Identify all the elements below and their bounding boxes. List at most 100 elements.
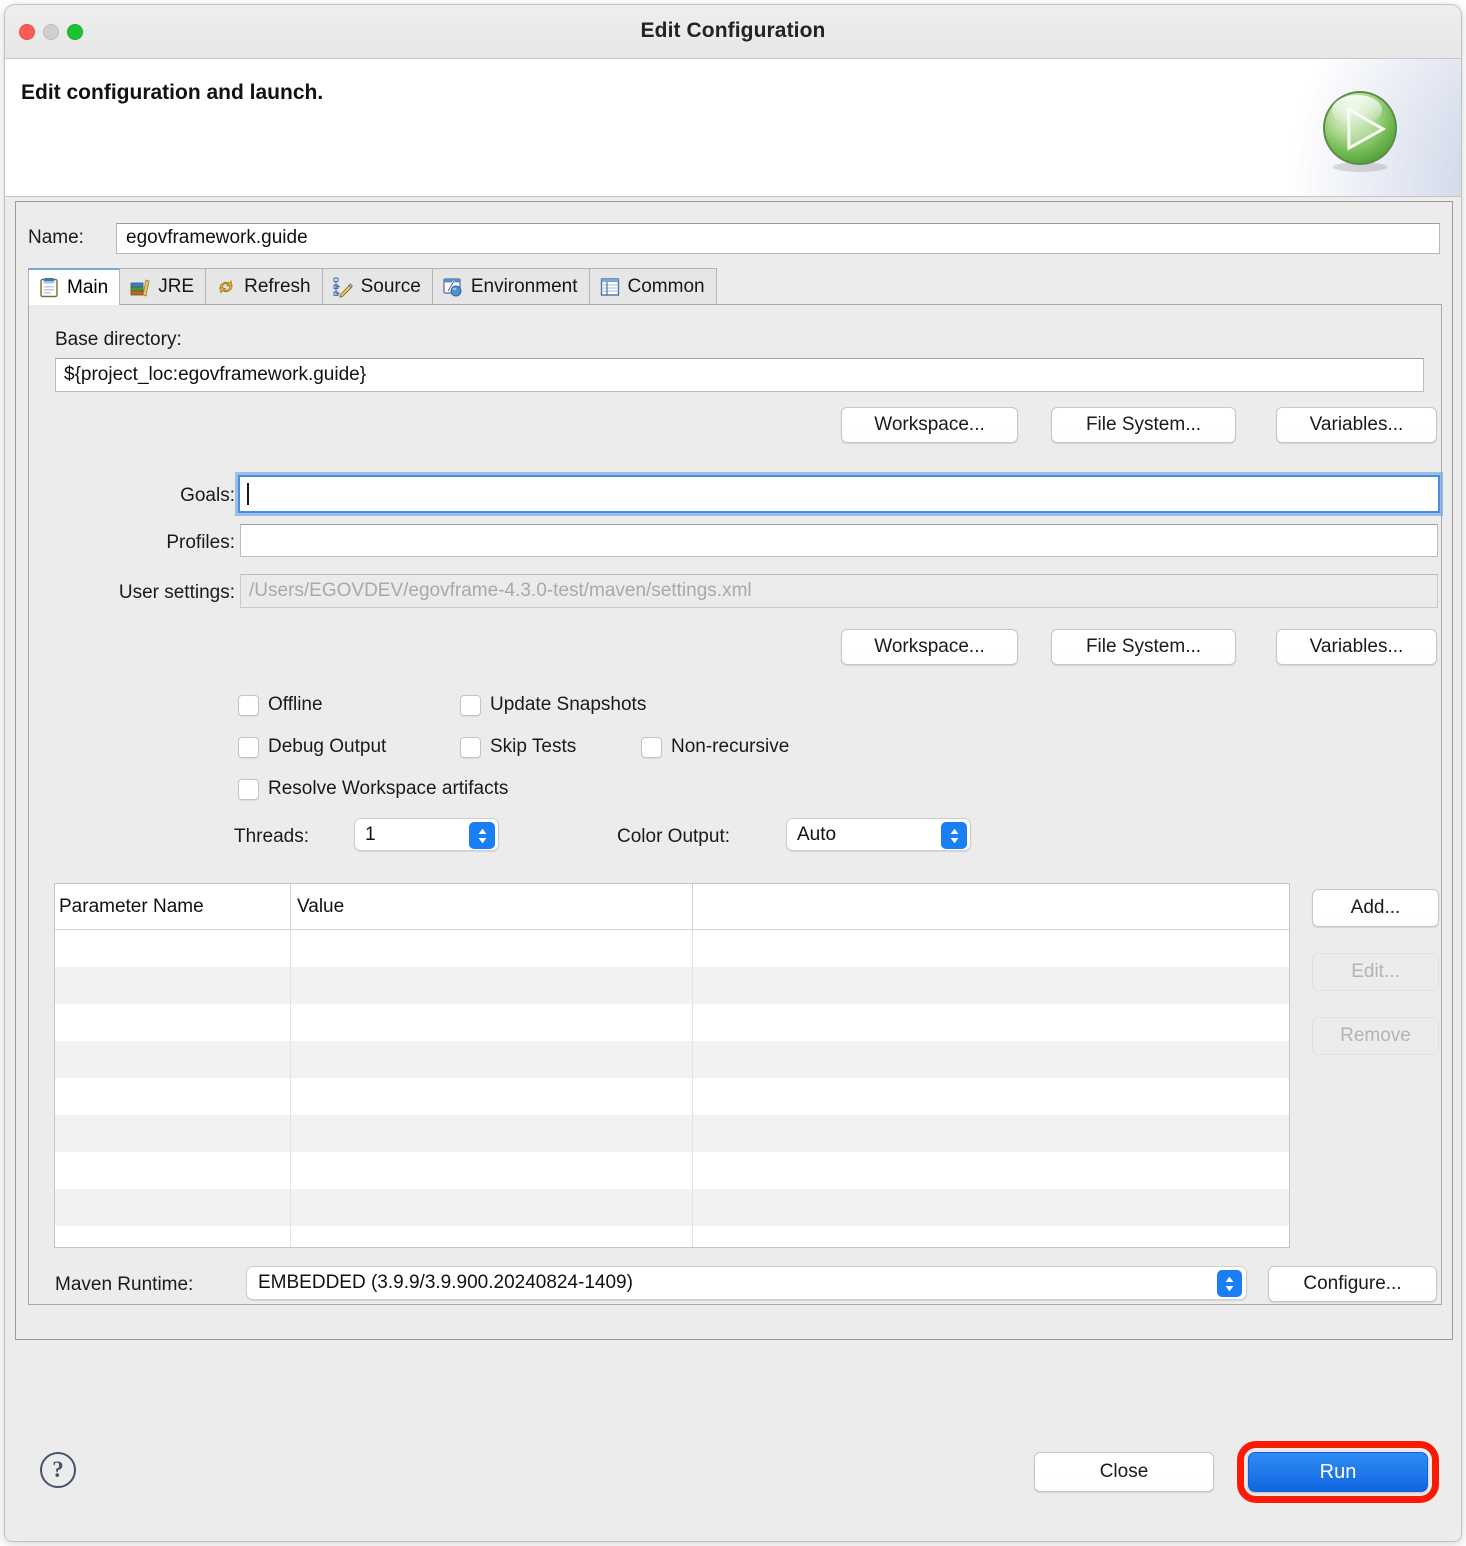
skip-tests-checkbox[interactable]: Skip Tests	[460, 736, 576, 758]
table-cell	[692, 1078, 1289, 1115]
table-body	[55, 930, 1289, 1248]
configure-maven-runtime-button[interactable]: Configure...	[1268, 1266, 1437, 1302]
run-button[interactable]: Run	[1248, 1452, 1428, 1492]
table-cell	[290, 1041, 692, 1078]
checkbox-label: Offline	[268, 694, 323, 716]
tab-environment[interactable]: Environment	[432, 268, 590, 304]
maven-runtime-select[interactable]: EMBEDDED (3.9.9/3.9.900.20240824-1409)	[246, 1266, 1247, 1300]
table-cell	[692, 1115, 1289, 1152]
color-output-label: Color Output:	[617, 826, 730, 848]
dialog-banner: Edit configuration and launch.	[5, 59, 1461, 197]
chevron-updown-icon[interactable]	[1217, 1270, 1242, 1297]
table-cell	[692, 930, 1289, 967]
table-row[interactable]	[55, 1041, 1289, 1078]
tab-label: JRE	[158, 276, 194, 298]
tab-refresh[interactable]: Refresh	[205, 268, 323, 304]
common-tab-icon	[599, 276, 621, 298]
maven-runtime-label: Maven Runtime:	[55, 1274, 193, 1296]
profiles-input[interactable]	[240, 524, 1438, 557]
goals-label: Goals:	[155, 485, 235, 507]
checkbox-box	[641, 737, 662, 758]
stepper-arrows-icon[interactable]	[941, 822, 967, 849]
checkbox-label: Non-recursive	[671, 736, 789, 758]
name-input[interactable]: egovframework.guide	[116, 223, 1440, 254]
table-row[interactable]	[55, 1078, 1289, 1115]
table-cell	[290, 1189, 692, 1226]
tab-jre[interactable]: JRE	[119, 268, 206, 304]
table-cell	[55, 1004, 290, 1041]
user-settings-workspace-button[interactable]: Workspace...	[841, 629, 1018, 665]
resolve-workspace-artifacts-checkbox[interactable]: Resolve Workspace artifacts	[238, 778, 508, 800]
tab-label: Source	[361, 276, 421, 298]
source-tab-icon	[332, 276, 354, 298]
table-cell	[55, 930, 290, 967]
main-tab-page: Base directory: ${project_loc:egovframew…	[28, 305, 1442, 1305]
table-cell	[692, 1004, 1289, 1041]
profiles-label: Profiles:	[145, 532, 235, 554]
base-directory-label: Base directory:	[55, 329, 182, 351]
table-row[interactable]	[55, 1189, 1289, 1226]
checkbox-box	[238, 737, 259, 758]
table-row[interactable]	[55, 1152, 1289, 1189]
base-directory-workspace-button[interactable]: Workspace...	[841, 407, 1018, 443]
table-cell	[692, 1041, 1289, 1078]
window-title: Edit Configuration	[5, 19, 1461, 43]
base-directory-file-system-button[interactable]: File System...	[1051, 407, 1236, 443]
checkbox-label: Skip Tests	[490, 736, 576, 758]
color-output-select[interactable]: Auto	[786, 818, 971, 851]
dialog-footer: ? Close Run	[5, 1348, 1462, 1542]
stepper-arrows-icon[interactable]	[469, 822, 495, 849]
add-parameter-button[interactable]: Add...	[1312, 889, 1439, 927]
checkbox-label: Debug Output	[268, 736, 386, 758]
user-settings-input[interactable]: /Users/EGOVDEV/egovframe-4.3.0-test/mave…	[240, 574, 1438, 608]
edit-parameter-button: Edit...	[1312, 953, 1439, 991]
configuration-tabs: Main JRE Refresh	[28, 269, 1442, 305]
update-snapshots-checkbox[interactable]: Update Snapshots	[460, 694, 646, 716]
user-settings-file-system-button[interactable]: File System...	[1051, 629, 1236, 665]
help-question-icon[interactable]: ?	[39, 1451, 77, 1489]
table-cell	[692, 1189, 1289, 1226]
tab-label: Common	[628, 276, 705, 298]
table-row[interactable]	[55, 1226, 1289, 1248]
parameters-table[interactable]: Parameter Name Value	[54, 883, 1290, 1248]
banner-heading: Edit configuration and launch.	[21, 81, 323, 105]
table-cell	[55, 1189, 290, 1226]
banner-gradient-decoration	[1131, 59, 1461, 197]
column-header-parameter-name[interactable]: Parameter Name	[55, 884, 290, 930]
close-button[interactable]: Close	[1034, 1452, 1214, 1492]
threads-value: 1	[365, 824, 376, 846]
non-recursive-checkbox[interactable]: Non-recursive	[641, 736, 789, 758]
table-row[interactable]	[55, 930, 1289, 967]
user-settings-variables-button[interactable]: Variables...	[1276, 629, 1437, 665]
run-launch-icon	[1315, 86, 1405, 176]
table-cell	[692, 1152, 1289, 1189]
table-row[interactable]	[55, 1115, 1289, 1152]
table-row[interactable]	[55, 1004, 1289, 1041]
table-cell	[290, 1115, 692, 1152]
jre-tab-icon	[129, 276, 151, 298]
svg-text:?: ?	[52, 1457, 64, 1482]
table-cell	[55, 1152, 290, 1189]
tab-main[interactable]: Main	[28, 268, 120, 305]
column-header-value[interactable]: Value	[290, 884, 692, 930]
column-header-extra[interactable]	[692, 884, 1289, 930]
checkbox-label: Resolve Workspace artifacts	[268, 778, 508, 800]
debug-output-checkbox[interactable]: Debug Output	[238, 736, 386, 758]
base-directory-input[interactable]: ${project_loc:egovframework.guide}	[55, 358, 1424, 392]
tab-source[interactable]: Source	[322, 268, 433, 304]
threads-stepper[interactable]: 1	[354, 818, 499, 851]
tab-common[interactable]: Common	[589, 268, 717, 304]
table-header-row: Parameter Name Value	[55, 884, 1289, 930]
table-cell	[290, 1152, 692, 1189]
table-cell	[55, 1226, 290, 1248]
name-label: Name:	[28, 227, 116, 249]
table-cell	[692, 1226, 1289, 1248]
table-row[interactable]	[55, 967, 1289, 1004]
goals-input[interactable]	[238, 475, 1440, 513]
base-directory-variables-button[interactable]: Variables...	[1276, 407, 1437, 443]
offline-checkbox[interactable]: Offline	[238, 694, 323, 716]
table-cell	[55, 1115, 290, 1152]
user-settings-label: User settings:	[75, 582, 235, 604]
environment-tab-icon	[442, 276, 464, 298]
text-caret	[247, 483, 249, 505]
